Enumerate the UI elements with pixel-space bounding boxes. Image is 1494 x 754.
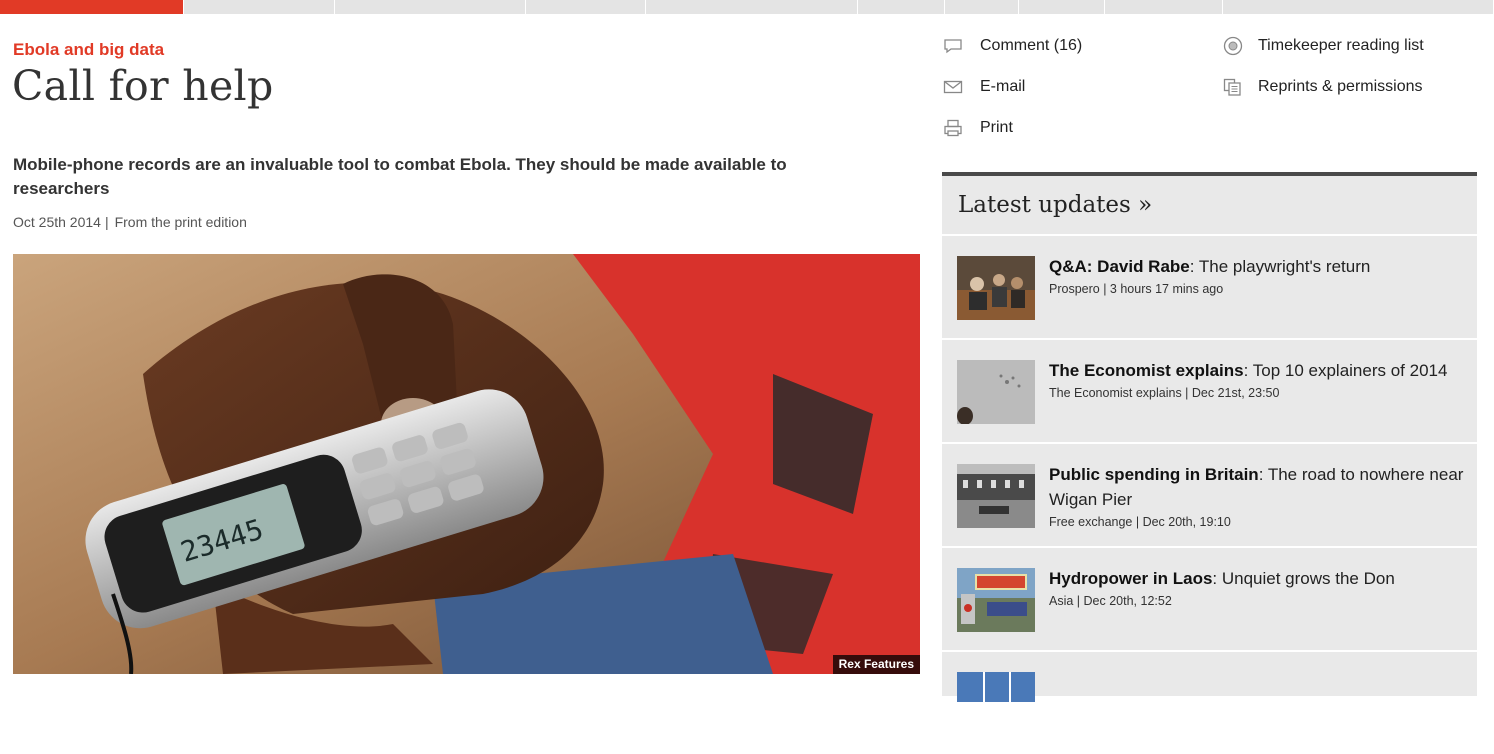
copies-icon [1222, 78, 1244, 96]
latest-item-title[interactable]: Q&A: David Rabe: The playwright's return [1049, 254, 1464, 279]
article-image: 23445 Rex Features [13, 254, 920, 674]
nav-tab[interactable] [1105, 0, 1223, 14]
latest-item-meta: Free exchange | Dec 20th, 19:10 [1049, 515, 1231, 529]
latest-item-title-rest: : Unquiet grows the Don [1212, 569, 1395, 588]
nav-tab-active[interactable] [0, 0, 184, 14]
latest-item-title[interactable]: Hydropower in Laos: Unquiet grows the Do… [1049, 566, 1464, 591]
latest-item-title-bold: Hydropower in Laos [1049, 569, 1213, 588]
speech-bubble-icon [942, 37, 964, 55]
latest-item-title[interactable]: The Economist explains: Top 10 explainer… [1049, 358, 1464, 383]
print-edition-link[interactable]: From the print edition [115, 214, 247, 230]
top-nav-bar [0, 0, 1494, 14]
latest-item-meta: Asia | Dec 20th, 12:52 [1049, 594, 1172, 608]
latest-item-title-rest: : The playwright's return [1189, 257, 1371, 276]
thumbnail-image [957, 256, 1035, 320]
nav-tab[interactable] [1019, 0, 1105, 14]
email-link[interactable]: E-mail [942, 78, 1025, 96]
nav-tab[interactable] [1223, 0, 1494, 14]
print-label: Print [980, 119, 1013, 136]
comment-link[interactable]: Comment (16) [942, 37, 1082, 55]
article-flytitle: Ebola and big data [13, 40, 165, 59]
latest-item[interactable]: Public spending in Britain: The road to … [942, 442, 1477, 546]
article-dateline: Oct 25th 2014 | From the print edition [13, 214, 247, 230]
nav-tab[interactable] [945, 0, 1019, 14]
latest-item-text: The Economist explains: Top 10 explainer… [1049, 358, 1464, 400]
latest-item-meta: Prospero | 3 hours 17 mins ago [1049, 282, 1224, 296]
reprints-label: Reprints & permissions [1258, 78, 1423, 95]
latest-updates-heading[interactable]: Latest updates » [958, 192, 1152, 218]
nav-tab[interactable] [335, 0, 526, 14]
nav-tab[interactable] [858, 0, 945, 14]
nav-tab[interactable] [184, 0, 335, 14]
reading-list-link[interactable]: Timekeeper reading list [1222, 36, 1424, 56]
latest-item[interactable]: The Economist explains: Top 10 explainer… [942, 338, 1477, 442]
thumbnail-image [957, 568, 1035, 632]
latest-item-partial[interactable] [942, 650, 1477, 754]
latest-item[interactable]: Q&A: David Rabe: The playwright's return… [942, 234, 1477, 338]
latest-item-title-rest: : Top 10 explainers of 2014 [1243, 361, 1448, 380]
print-link[interactable]: Print [942, 119, 1013, 137]
printer-icon [942, 119, 964, 137]
latest-item-title-bold: Public spending in Britain [1049, 465, 1259, 484]
envelope-icon [942, 78, 964, 96]
reprints-link[interactable]: Reprints & permissions [1222, 78, 1423, 96]
email-label: E-mail [980, 78, 1026, 95]
dateline-separator: | [104, 214, 109, 230]
nav-tab[interactable] [646, 0, 858, 14]
latest-item-title-bold: Q&A: David Rabe [1049, 257, 1190, 276]
image-credit: Rex Features [832, 655, 920, 674]
article-rubric: Mobile-phone records are an invaluable t… [13, 155, 787, 198]
latest-item[interactable]: Hydropower in Laos: Unquiet grows the Do… [942, 546, 1477, 650]
reading-list-label: Timekeeper reading list [1258, 37, 1424, 54]
comment-label: Comment (16) [980, 37, 1083, 54]
article-date: Oct 25th 2014 [13, 214, 101, 230]
thumbnail-image [957, 464, 1035, 528]
thumbnail-image [957, 360, 1035, 424]
latest-item-text: Public spending in Britain: The road to … [1049, 462, 1464, 529]
timekeeper-icon [1222, 36, 1244, 56]
article-headline: Call for help [12, 62, 274, 110]
nav-tab[interactable] [526, 0, 646, 14]
latest-item-title[interactable]: Public spending in Britain: The road to … [1049, 462, 1464, 512]
latest-item-title-bold: The Economist explains [1049, 361, 1244, 380]
latest-updates-panel: Latest updates » Q&A: David Rabe: The pl… [942, 172, 1477, 702]
latest-item-meta: The Economist explains | Dec 21st, 23:50 [1049, 386, 1280, 400]
latest-item-text: Hydropower in Laos: Unquiet grows the Do… [1049, 566, 1464, 608]
latest-item-text: Q&A: David Rabe: The playwright's return… [1049, 254, 1464, 296]
mobile-phone-photo-illustration: 23445 [13, 254, 920, 674]
